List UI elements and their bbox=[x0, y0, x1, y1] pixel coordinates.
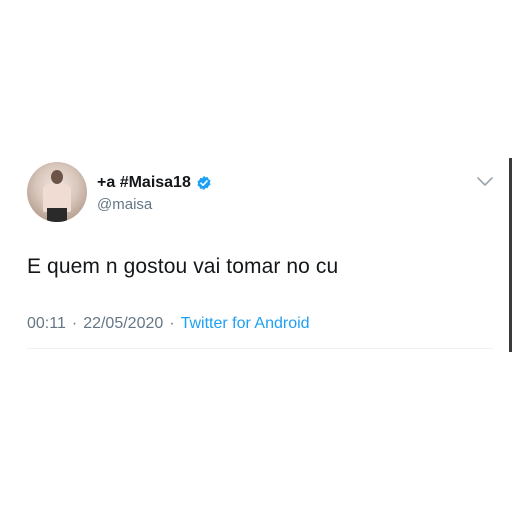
meta-separator: · bbox=[169, 315, 175, 332]
avatar[interactable] bbox=[27, 162, 87, 222]
screenshot-canvas: +a #Maisa18 @maisa E quem n gostou vai t… bbox=[0, 0, 512, 512]
chevron-down-icon[interactable] bbox=[476, 176, 494, 188]
verified-badge-icon bbox=[197, 176, 211, 190]
tweet-time[interactable]: 00:11 bbox=[27, 315, 66, 333]
author-name-row[interactable]: +a #Maisa18 bbox=[97, 174, 212, 192]
tweet-divider bbox=[27, 348, 493, 349]
meta-separator: · bbox=[71, 315, 78, 332]
tweet-date[interactable]: 22/05/2020 bbox=[83, 315, 163, 333]
tweet-source-link[interactable]: Twitter for Android bbox=[181, 315, 310, 333]
avatar-figure-head bbox=[51, 170, 63, 184]
tweet-text: E quem n gostou vai tomar no cu bbox=[27, 255, 339, 278]
avatar-figure-legs bbox=[47, 208, 67, 222]
handle[interactable]: @maisa bbox=[97, 196, 152, 213]
tweet-meta: 00:11 · 22/05/2020 · Twitter for Android bbox=[27, 315, 310, 333]
display-name[interactable]: +a #Maisa18 bbox=[97, 174, 191, 192]
tweet-card[interactable]: +a #Maisa18 @maisa E quem n gostou vai t… bbox=[0, 150, 512, 353]
